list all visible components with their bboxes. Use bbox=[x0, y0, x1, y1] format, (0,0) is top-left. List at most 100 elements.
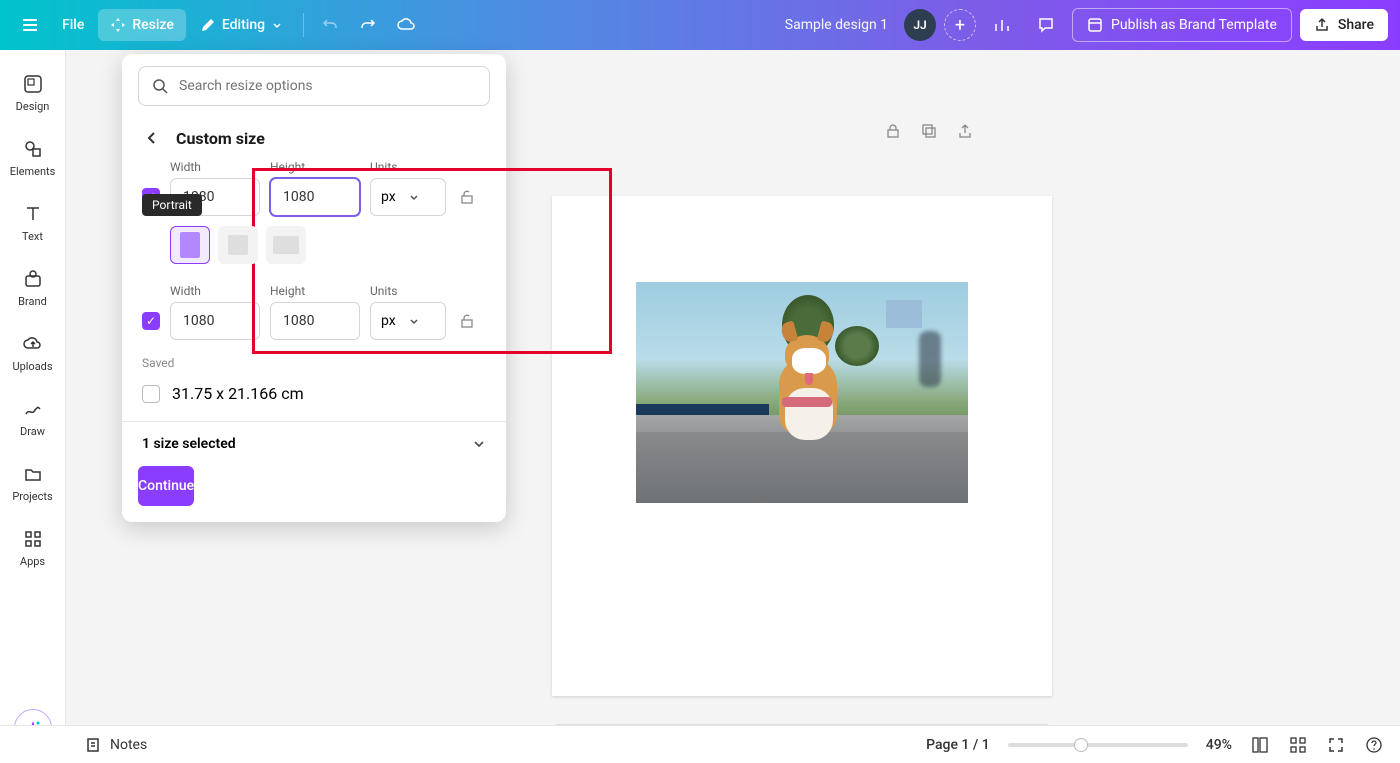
back-button[interactable] bbox=[142, 128, 162, 148]
sidebar-item-text[interactable]: Text bbox=[0, 192, 65, 257]
resize-menu[interactable]: Resize bbox=[98, 9, 186, 41]
sidebar-item-draw[interactable]: Draw bbox=[0, 387, 65, 452]
thumbnail-view-button[interactable] bbox=[1288, 735, 1308, 755]
lock-page-button[interactable] bbox=[884, 122, 904, 142]
saved-size-item[interactable]: 31.75 x 21.166 cm bbox=[122, 376, 506, 421]
share-icon bbox=[1314, 17, 1330, 33]
orientation-square-button[interactable] bbox=[218, 226, 258, 264]
photo-image[interactable] bbox=[636, 282, 968, 503]
editing-menu[interactable]: Editing bbox=[188, 9, 295, 41]
page-actions bbox=[884, 122, 976, 142]
topbar-left: File Resize Editing bbox=[12, 7, 424, 43]
fullscreen-button[interactable] bbox=[1326, 735, 1346, 755]
chevron-down-icon bbox=[271, 19, 283, 31]
selected-summary-toggle[interactable]: 1 size selected bbox=[122, 422, 506, 466]
sidebar-item-projects[interactable]: Projects bbox=[0, 452, 65, 517]
file-menu[interactable]: File bbox=[50, 9, 96, 41]
sidebar-item-brand[interactable]: Brand bbox=[0, 257, 65, 322]
selected-count-text: 1 size selected bbox=[142, 436, 236, 452]
duplicate-page-button[interactable] bbox=[920, 122, 940, 142]
share-button[interactable]: Share bbox=[1300, 9, 1388, 41]
continue-button[interactable]: Continue bbox=[138, 466, 194, 506]
brand-icon bbox=[22, 268, 44, 290]
template-icon bbox=[1087, 17, 1103, 33]
sidebar-item-uploads[interactable]: Uploads bbox=[0, 322, 65, 387]
lock-aspect-button-2[interactable] bbox=[456, 310, 478, 332]
add-collaborator-button[interactable]: + bbox=[944, 9, 976, 41]
sidebar-item-label: Draw bbox=[20, 425, 45, 438]
avatar[interactable]: JJ bbox=[904, 9, 936, 41]
chart-icon bbox=[993, 16, 1011, 34]
undo-icon bbox=[321, 16, 339, 34]
elements-icon bbox=[22, 138, 44, 160]
share-label: Share bbox=[1338, 17, 1374, 33]
search-resize-options[interactable] bbox=[138, 66, 490, 106]
units-select-2[interactable]: px bbox=[370, 302, 446, 340]
units-label-2: Units bbox=[370, 284, 446, 298]
menu-button[interactable] bbox=[12, 7, 48, 43]
redo-button[interactable] bbox=[350, 7, 386, 43]
bottombar-right: Page 1 / 1 49% bbox=[926, 735, 1384, 755]
sidebar-item-apps[interactable]: Apps bbox=[0, 517, 65, 582]
sidebar-item-label: Projects bbox=[12, 490, 52, 503]
labels-row-2: Width Height Units bbox=[122, 278, 506, 300]
height-label: Height bbox=[270, 160, 370, 174]
editing-label: Editing bbox=[222, 17, 265, 33]
orientation-tooltip: Portrait bbox=[142, 194, 202, 216]
bottombar: Notes Page 1 / 1 49% bbox=[0, 725, 1400, 763]
height-input-1[interactable] bbox=[270, 178, 360, 216]
size-row-2-checkbox[interactable]: ✓ bbox=[142, 312, 160, 330]
lock-icon bbox=[884, 122, 902, 140]
sidebar-item-label: Elements bbox=[10, 165, 56, 178]
orientation-landscape-button[interactable] bbox=[266, 226, 306, 264]
publish-button[interactable]: Publish as Brand Template bbox=[1072, 8, 1292, 42]
width-input-2[interactable] bbox=[170, 302, 260, 340]
comments-button[interactable] bbox=[1028, 7, 1064, 43]
height-input-2[interactable] bbox=[270, 302, 360, 340]
zoom-slider[interactable] bbox=[1008, 743, 1188, 747]
design-title[interactable]: Sample design 1 bbox=[785, 17, 888, 33]
width-label: Width bbox=[170, 160, 270, 174]
canvas-page[interactable] bbox=[552, 196, 1052, 696]
page-wrap bbox=[552, 196, 1052, 696]
help-icon bbox=[1365, 736, 1383, 754]
cloud-sync-button[interactable] bbox=[388, 7, 424, 43]
export-icon bbox=[956, 122, 974, 140]
grid-view-button[interactable] bbox=[1250, 735, 1270, 755]
sidebar-item-label: Design bbox=[16, 100, 50, 113]
chevron-down-icon bbox=[408, 191, 420, 203]
chevron-down-icon bbox=[472, 437, 486, 451]
undo-button[interactable] bbox=[312, 7, 348, 43]
lock-aspect-button-1[interactable] bbox=[456, 186, 478, 208]
export-page-button[interactable] bbox=[956, 122, 976, 142]
sidebar-item-elements[interactable]: Elements bbox=[0, 127, 65, 192]
width-label-2: Width bbox=[170, 284, 270, 298]
custom-size-header: Custom size bbox=[122, 118, 506, 154]
search-icon bbox=[151, 77, 169, 95]
resize-panel: Custom size Width Height Units ✓ px Port… bbox=[122, 54, 506, 522]
height-label-2: Height bbox=[270, 284, 370, 298]
search-input[interactable] bbox=[179, 78, 477, 94]
units-label: Units bbox=[370, 160, 446, 174]
sidebar-item-design[interactable]: Design bbox=[0, 62, 65, 127]
units-value-2: px bbox=[381, 313, 396, 329]
notes-icon bbox=[84, 736, 102, 754]
publish-label: Publish as Brand Template bbox=[1111, 17, 1277, 33]
notes-label: Notes bbox=[110, 737, 147, 753]
saved-item-checkbox[interactable] bbox=[142, 385, 160, 403]
notes-button[interactable]: Notes bbox=[84, 736, 147, 754]
orientation-row: Portrait bbox=[122, 226, 506, 278]
help-button[interactable] bbox=[1364, 735, 1384, 755]
chevron-left-icon bbox=[145, 131, 159, 145]
sidebar-item-label: Text bbox=[22, 230, 43, 243]
text-icon bbox=[22, 203, 44, 225]
units-select-1[interactable]: px bbox=[370, 178, 446, 216]
uploads-icon bbox=[22, 333, 44, 355]
orientation-portrait-button[interactable] bbox=[170, 226, 210, 264]
units-value-1: px bbox=[381, 189, 396, 205]
analytics-button[interactable] bbox=[984, 7, 1020, 43]
redo-icon bbox=[359, 16, 377, 34]
pencil-icon bbox=[200, 17, 216, 33]
custom-size-title: Custom size bbox=[176, 129, 265, 148]
saved-section-label: Saved bbox=[122, 350, 506, 376]
